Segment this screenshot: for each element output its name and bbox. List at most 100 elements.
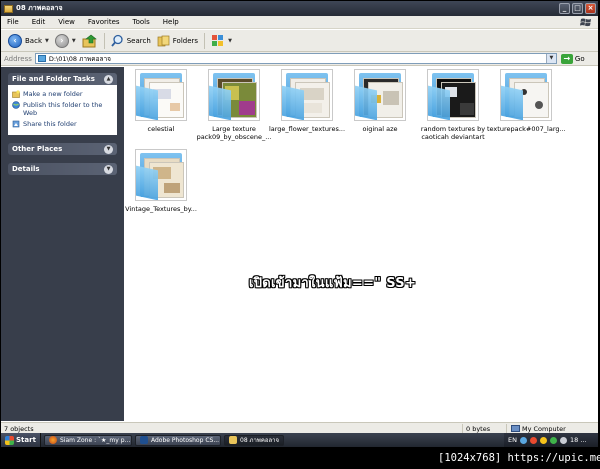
volume-icon[interactable] <box>559 436 567 444</box>
search-button[interactable]: Search <box>108 32 154 50</box>
toolbar-separator <box>204 32 206 49</box>
address-bar: Address D:\01\08 ภาพคอลาจ ▼ → Go <box>1 52 598 66</box>
folder-icon <box>4 4 13 13</box>
address-dropdown-button[interactable]: ▼ <box>545 54 556 63</box>
views-icon <box>212 35 224 46</box>
clock[interactable]: 18 ... <box>570 436 587 444</box>
menu-file[interactable]: File <box>7 18 19 26</box>
explorer-window: 08 ภาพคอลาจ _ □ × File Edit View Favorit… <box>1 1 598 445</box>
expand-icon[interactable]: ▼ <box>104 144 113 154</box>
language-indicator[interactable]: EN <box>508 436 517 444</box>
menu-tools[interactable]: Tools <box>133 18 150 26</box>
folder-icon <box>37 55 46 62</box>
task-label: Publish this folder to the Web <box>23 101 103 117</box>
go-arrow-icon: → <box>560 53 573 64</box>
taskbar-item-label: Siam Zone : `★_my p... <box>60 436 131 444</box>
back-label: Back <box>25 36 42 45</box>
other-places-title: Other Places <box>12 145 63 153</box>
taskbar-item-label: 08 ภาพคอลาจ <box>240 437 279 444</box>
up-folder-button[interactable] <box>79 32 101 50</box>
forward-arrow-icon: › <box>54 33 69 48</box>
folder-thumbnail <box>354 69 406 121</box>
folder-label: random textures by caoticah deviantart <box>420 125 486 141</box>
other-places-header[interactable]: Other Places ▼ <box>8 143 117 155</box>
windows-logo-icon <box>580 18 591 27</box>
folder-view: celestial Large texture pack09_by_obscen… <box>124 67 598 421</box>
folder-thumbnail <box>281 69 333 121</box>
folder-item[interactable]: large_flower_textures... <box>268 69 346 133</box>
task-share-folder[interactable]: Share this folder <box>12 120 113 128</box>
menu-help[interactable]: Help <box>163 18 179 26</box>
network-icon[interactable] <box>519 436 527 444</box>
firefox-icon <box>49 436 57 444</box>
taskbar: Start Siam Zone : `★_my p... Adobe Photo… <box>1 433 598 447</box>
share-icon <box>12 120 20 128</box>
file-folder-tasks-header[interactable]: File and Folder Tasks ▲ <box>8 73 117 85</box>
folders-icon <box>157 35 170 46</box>
task-pane: File and Folder Tasks ▲ Make a new folde… <box>1 67 124 421</box>
update-icon[interactable] <box>539 436 547 444</box>
close-button[interactable]: × <box>585 3 596 14</box>
up-folder-icon <box>82 34 97 47</box>
folder-label: Large texture pack09_by_obscene_... <box>196 125 272 141</box>
chevron-down-icon: ▼ <box>228 37 232 44</box>
folder-item[interactable]: Large texture pack09_by_obscene_... <box>197 69 271 141</box>
folder-thumbnail <box>208 69 260 121</box>
views-button[interactable]: ▼ <box>208 32 235 50</box>
folders-button[interactable]: Folders <box>154 32 201 50</box>
status-object-count: 7 objects <box>1 423 463 434</box>
go-button[interactable]: → Go <box>560 53 585 64</box>
go-label: Go <box>574 54 585 63</box>
collapse-icon[interactable]: ▲ <box>104 74 113 84</box>
folder-thumbnail <box>135 149 187 201</box>
system-tray: EN 18 ... <box>504 433 598 447</box>
search-label: Search <box>126 36 151 45</box>
task-make-new-folder[interactable]: Make a new folder <box>12 90 113 98</box>
menu-favorites[interactable]: Favorites <box>88 18 120 26</box>
overlay-caption: เปิดเข้ามาในแฟ้ม==" SS+ <box>249 276 417 291</box>
taskbar-item-explorer[interactable]: 08 ภาพคอลาจ <box>224 434 284 446</box>
folder-label: oiginal aze <box>362 125 398 133</box>
task-label: Make a new folder <box>23 90 83 98</box>
file-folder-tasks-title: File and Folder Tasks <box>12 75 95 83</box>
folder-icon <box>229 436 237 444</box>
start-button[interactable]: Start <box>1 433 41 447</box>
menu-edit[interactable]: Edit <box>32 18 46 26</box>
folder-item[interactable]: random textures by caoticah deviantart <box>416 69 490 141</box>
maximize-button[interactable]: □ <box>572 3 583 14</box>
folder-item[interactable]: Vintage_Textures_by... <box>124 149 198 213</box>
messenger-icon[interactable] <box>549 436 557 444</box>
details-header[interactable]: Details ▼ <box>8 163 117 175</box>
status-location-label: My Computer <box>522 424 566 433</box>
task-publish-folder[interactable]: Publish this folder to the Web <box>12 101 113 117</box>
taskbar-item-photoshop[interactable]: Adobe Photoshop CS... <box>135 434 221 446</box>
folder-item[interactable]: celestial <box>124 69 198 133</box>
taskbar-item-label: Adobe Photoshop CS... <box>151 436 220 444</box>
title-bar[interactable]: 08 ภาพคอลาจ _ □ × <box>1 1 598 16</box>
file-folder-tasks-body: Make a new folder Publish this folder to… <box>8 85 117 135</box>
forward-button[interactable]: › ▼ <box>52 32 79 50</box>
folder-thumbnail <box>135 69 187 121</box>
folder-label: large_flower_textures... <box>268 125 346 133</box>
status-location: My Computer <box>507 424 566 434</box>
chevron-down-icon: ▼ <box>71 37 76 44</box>
folder-item[interactable]: texturepack#007_larg... <box>487 69 566 133</box>
back-arrow-icon: ‹ <box>8 33 22 48</box>
computer-icon <box>511 425 520 432</box>
taskbar-item-firefox[interactable]: Siam Zone : `★_my p... <box>44 434 132 446</box>
menu-view[interactable]: View <box>58 18 75 26</box>
windows-logo-icon <box>5 435 14 445</box>
folder-item[interactable]: oiginal aze <box>343 69 417 133</box>
address-input[interactable]: D:\01\08 ภาพคอลาจ ▼ <box>34 53 557 64</box>
menu-bar: File Edit View Favorites Tools Help <box>1 16 598 29</box>
toolbar-separator <box>103 32 105 49</box>
folder-label: texturepack#007_larg... <box>487 125 566 133</box>
search-icon <box>111 34 123 47</box>
status-size: 0 bytes <box>463 423 507 434</box>
minimize-button[interactable]: _ <box>559 3 570 14</box>
photoshop-icon <box>140 436 148 444</box>
expand-icon[interactable]: ▼ <box>104 164 113 174</box>
back-button[interactable]: ‹ Back ▼ <box>5 32 52 50</box>
folder-label: celestial <box>147 125 175 133</box>
antivirus-icon[interactable] <box>529 436 537 444</box>
